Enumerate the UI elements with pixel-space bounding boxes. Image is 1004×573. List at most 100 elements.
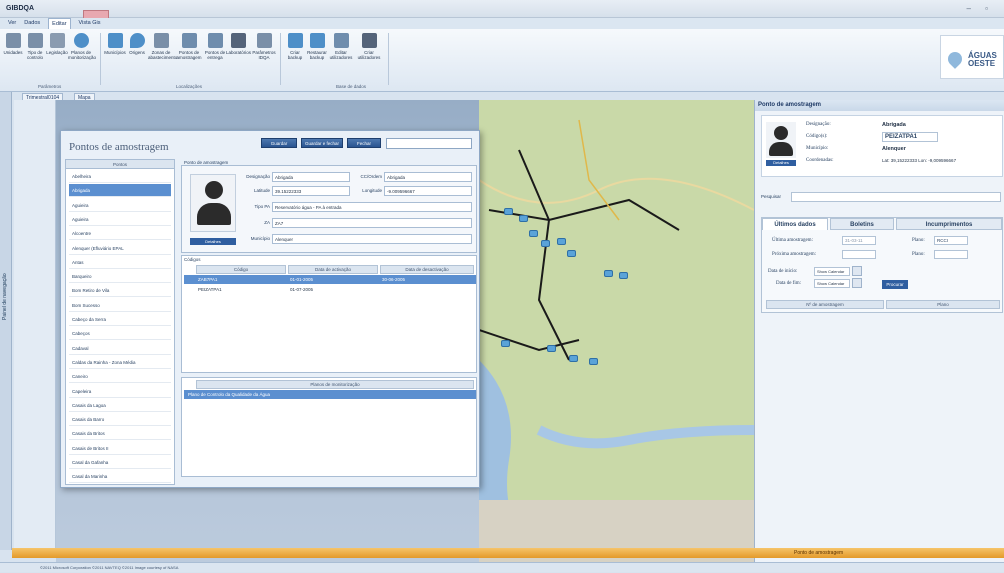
designacao-field[interactable]: Abrigada <box>272 172 350 182</box>
fechar-button[interactable]: Fechar <box>347 138 381 148</box>
right-footer: Ponto de amostragem <box>754 548 1004 558</box>
criar-utilizadores-button[interactable]: Criar utilizadores <box>356 33 382 77</box>
codigo-select[interactable]: PEIZATPA1 <box>882 132 938 142</box>
sample-point-marker[interactable] <box>604 270 613 277</box>
ccordem-field[interactable]: Abrigada <box>384 172 472 182</box>
window-controls[interactable]: – ▫ <box>966 4 994 13</box>
sample-point-marker[interactable] <box>529 230 538 237</box>
ultima-amostragem-field[interactable]: 31-03-11 <box>842 236 876 245</box>
list-item[interactable]: Cabeço da Serra <box>69 313 171 326</box>
plano2-label: Plano: <box>912 252 925 257</box>
guardar-button[interactable]: Guardar <box>261 138 297 148</box>
designacao-value: Abrigada <box>882 122 906 128</box>
table-row[interactable]: Plano de Controlo da Qualidade da Água <box>184 390 476 399</box>
sample-point-marker[interactable] <box>557 238 566 245</box>
list-item[interactable]: Casais da Barro <box>69 413 171 427</box>
municipio-select[interactable]: Alenquer <box>272 234 472 244</box>
guardar-fechar-button[interactable]: Guardar e fechar <box>301 138 343 148</box>
menu-ver[interactable]: Ver <box>8 18 16 29</box>
data-fim-field[interactable]: Show Calendar <box>814 279 850 288</box>
pontos-amostragem-button[interactable]: Pontos de amostragem <box>176 33 202 77</box>
list-item[interactable]: Casais da Britos <box>69 427 171 441</box>
procurar-button[interactable]: Procurar <box>882 280 908 289</box>
status-bar: ©2011 Microsoft Corporation ©2011 NAVTEQ… <box>0 562 1004 572</box>
navigation-pane-collapsed[interactable] <box>0 92 12 550</box>
list-item[interactable]: Alenquer (Efluviário EPAL <box>69 242 171 255</box>
sample-point-marker[interactable] <box>569 355 578 362</box>
unidades-button[interactable]: Unidades <box>2 33 24 77</box>
data-inicio-label: Data de início: <box>768 269 798 274</box>
tab-boletins[interactable]: Boletins <box>830 218 894 230</box>
col-plano[interactable]: Plano <box>886 300 1000 309</box>
origens-button[interactable]: Origens <box>126 33 148 77</box>
table-row[interactable]: ZAB7PA1 01-01-2005 30-06-2005 <box>184 275 476 284</box>
table-row[interactable]: PEIZATPA1 01-07-2005 <box>184 285 476 294</box>
list-item[interactable]: Cadaval <box>69 342 171 355</box>
list-item[interactable]: Cabeços <box>69 327 171 341</box>
sample-point-marker[interactable] <box>589 358 598 365</box>
tab-incumprimentos[interactable]: Incumprimentos <box>896 218 1002 230</box>
map-view[interactable] <box>479 100 754 563</box>
sample-point-marker[interactable] <box>504 208 513 215</box>
list-item[interactable]: Aguieira <box>69 213 171 226</box>
za-select[interactable]: ZA7 <box>272 218 472 228</box>
list-item[interactable]: Bom Retiro de Vila <box>69 284 171 298</box>
list-item[interactable]: Casal da Gafanha <box>69 456 171 469</box>
col-data-desativacao[interactable]: Data de desactivação <box>380 265 474 274</box>
plano-field[interactable]: RCCI <box>934 236 968 245</box>
proxima-amostragem-field[interactable] <box>842 250 876 259</box>
list-item[interactable]: Abelheira <box>69 170 171 183</box>
sample-point-marker[interactable] <box>541 240 550 247</box>
calendar-icon[interactable] <box>852 266 862 276</box>
col-num-amostragem[interactable]: Nº de amostragem <box>766 300 884 309</box>
col-codigo[interactable]: Código <box>196 265 286 274</box>
detalhes-button[interactable]: Detalhes <box>766 160 796 166</box>
menu-vista-gis[interactable]: Vista Gis <box>79 18 101 29</box>
latitude-field[interactable]: 39.15222333 <box>272 186 350 196</box>
list-item[interactable]: Alcoentre <box>69 227 171 241</box>
list-item[interactable]: Aguieira <box>69 199 171 212</box>
tipo-controlo-button[interactable]: Tipo de controlo <box>24 33 46 77</box>
menu-editar[interactable]: Editar <box>48 18 71 29</box>
pontos-entrega-button[interactable]: Pontos de entrega <box>204 33 226 77</box>
parametros-idqa-button[interactable]: Parâmetros IDQA <box>252 33 276 77</box>
plano2-field[interactable] <box>934 250 968 259</box>
municipios-button[interactable]: Municípios <box>104 33 126 77</box>
list-item[interactable]: Antas <box>69 256 171 269</box>
menu-dados[interactable]: Dados <box>24 18 40 29</box>
detalhes-button[interactable]: Detalhes <box>190 238 236 245</box>
pesquisar-input[interactable] <box>791 192 1001 202</box>
list-item[interactable]: Caldas da Rainha - Zona Média <box>69 356 171 369</box>
list-item[interactable]: Abrigada <box>69 184 171 198</box>
list-item[interactable]: Caneiro <box>69 370 171 384</box>
criar-backup-button[interactable]: Criar backup <box>284 33 306 77</box>
zonas-abastecimento-button[interactable]: Zonas de abastecimento <box>148 33 177 77</box>
longitude-field[interactable]: -9.009596667 <box>384 186 472 196</box>
tab-ultimos-dados[interactable]: Últimos dados <box>762 218 828 230</box>
list-item[interactable]: Barqueiro <box>69 270 171 284</box>
sample-point-marker[interactable] <box>567 250 576 257</box>
tipo-pa-select[interactable]: Reservatório água - PA à entrada <box>272 202 472 212</box>
list-item[interactable]: Casais de Britos II <box>69 442 171 455</box>
sample-point-marker[interactable] <box>619 272 628 279</box>
planos-monitorizacao-button[interactable]: Planos de monitorização <box>68 33 96 77</box>
col-planos[interactable]: Planos de monitorização <box>196 380 474 389</box>
list-item[interactable]: Casais da Lagoa <box>69 399 171 412</box>
editar-utilizadores-button[interactable]: Editar utilizadores <box>328 33 354 77</box>
list-item[interactable]: Casal da Marinha <box>69 470 171 484</box>
sample-point-marker[interactable] <box>547 345 556 352</box>
sample-point-marker[interactable] <box>501 340 510 347</box>
col-data-ativacao[interactable]: Data de activação <box>288 265 378 274</box>
data-inicio-field[interactable]: Show Calendar <box>814 267 850 276</box>
list-item[interactable]: Capeleira <box>69 385 171 398</box>
laboratorios-button[interactable]: Laboratórios <box>226 33 251 77</box>
legislacao-button[interactable]: Legislação <box>46 33 68 77</box>
search-input[interactable] <box>386 138 472 149</box>
menu-bar: Ver Dados Editar Vista Gis <box>0 18 1004 29</box>
calendar-icon[interactable] <box>852 278 862 288</box>
restaurar-backup-button[interactable]: Restaurar backup <box>306 33 328 77</box>
sample-point-marker[interactable] <box>519 215 528 222</box>
list-item[interactable]: Bom Sucesso <box>69 299 171 312</box>
separator <box>388 33 389 85</box>
separator <box>280 33 281 85</box>
